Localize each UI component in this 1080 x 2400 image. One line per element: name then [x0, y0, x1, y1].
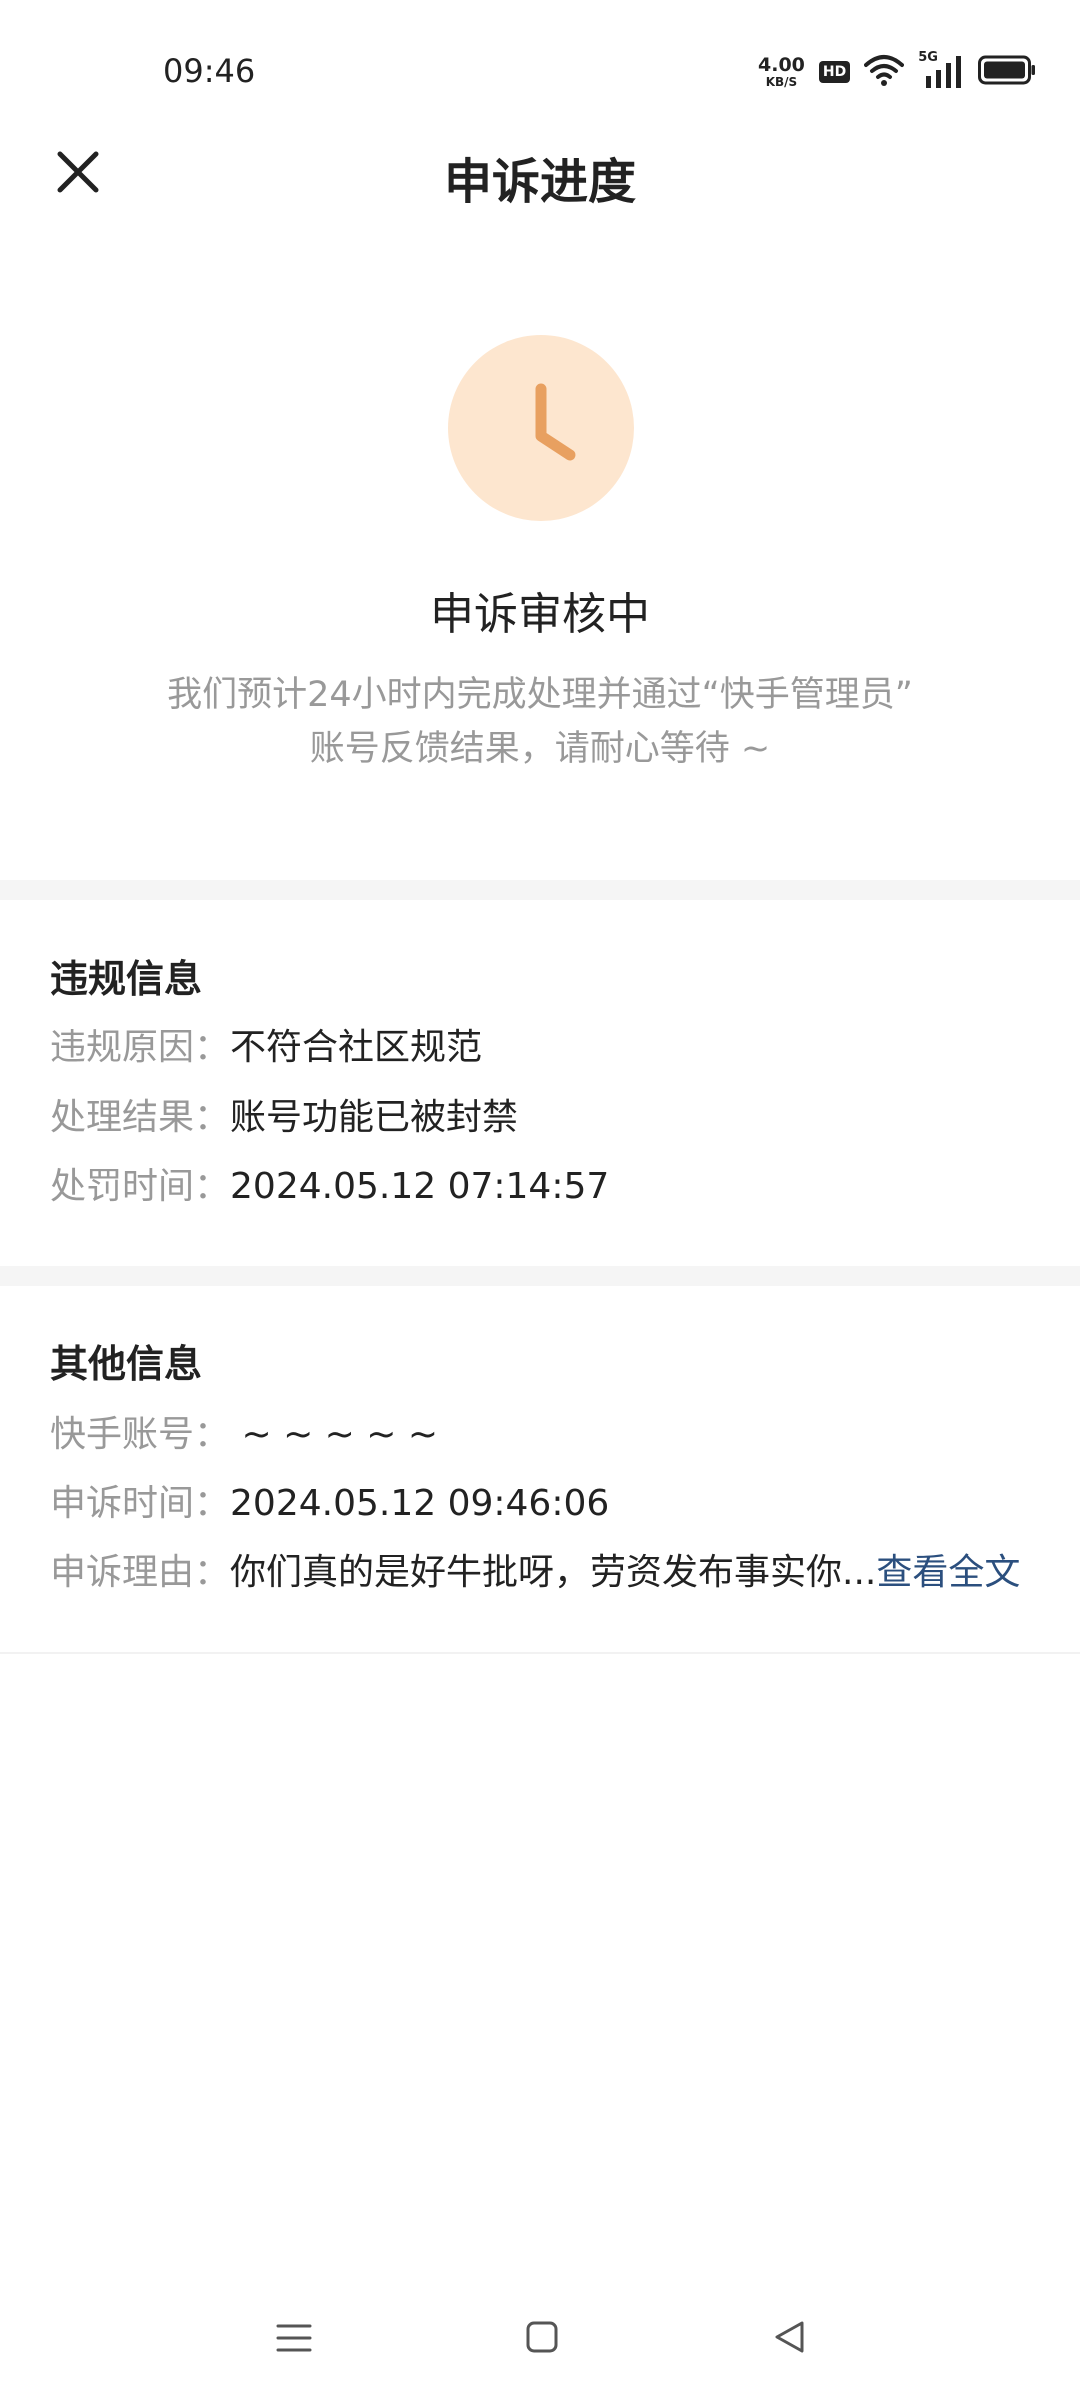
row-value: ~ ~ ~ ~ ~: [230, 1414, 439, 1455]
clock-icon: [535, 383, 576, 461]
status-icons: 4.00 KB/S HD 5G: [758, 50, 1036, 94]
row-label: 快手账号：: [50, 1414, 231, 1455]
status-bar: 09:46 4.00 KB/S HD 5G: [0, 0, 1080, 110]
kuaishou-account-row: 快手账号： ~ ~ ~ ~ ~: [50, 1405, 438, 1457]
review-status-description: 我们预计24小时内完成处理并通过“快手管理员” 账号反馈结果，请耐心等待 ~: [120, 668, 960, 776]
penalty-time-row: 处罚时间：2024.05.12 07:14:57: [50, 1157, 609, 1209]
section-divider: [0, 880, 1080, 900]
row-label: 违规原因：: [50, 1027, 231, 1068]
row-value: 2024.05.12 09:46:06: [230, 1483, 610, 1524]
review-status-title: 申诉审核中: [430, 589, 650, 640]
signal-icon: 5G: [918, 50, 964, 90]
row-label: 申诉理由：: [50, 1552, 231, 1593]
network-speed-unit: KB/S: [765, 75, 798, 89]
hd-badge: HD: [818, 61, 851, 83]
row-value: 2024.05.12 07:14:57: [230, 1166, 610, 1207]
row-label: 处罚时间：: [50, 1166, 231, 1207]
other-section-title: 其他信息: [50, 1342, 203, 1386]
page-title: 申诉进度: [443, 154, 636, 210]
content-bottom-divider: [0, 1652, 1080, 1654]
row-value: 你们真的是好牛批呀，劳资发布事实你...: [230, 1552, 877, 1593]
network-speed-value: 4.00: [758, 54, 805, 76]
row-label: 申诉时间：: [50, 1483, 231, 1524]
violation-section-title: 违规信息: [50, 957, 203, 1001]
row-value: 账号功能已被封禁: [230, 1097, 519, 1138]
network-speed: 4.00 KB/S: [758, 54, 805, 89]
menu-icon[interactable]: [276, 2320, 312, 2356]
status-time: 09:46: [163, 52, 256, 90]
appeal-time-row: 申诉时间：2024.05.12 09:46:06: [50, 1474, 609, 1526]
processing-result-row: 处理结果：账号功能已被封禁: [50, 1088, 518, 1140]
header: 申诉进度: [0, 110, 1080, 230]
review-desc-line-1: 我们预计24小时内完成处理并通过“快手管理员”: [167, 675, 913, 715]
appeal-progress-page: 09:46 4.00 KB/S HD 5G 申诉进度 申诉审核中 我们预计24小…: [0, 0, 1080, 2400]
wifi-icon: [864, 53, 905, 91]
review-desc-line-2: 账号反馈结果，请耐心等待 ~: [309, 729, 771, 769]
clock-icon-badge: [448, 335, 634, 521]
home-icon[interactable]: [525, 2320, 559, 2354]
row-label: 处理结果：: [50, 1097, 231, 1138]
battery-icon: [978, 55, 1036, 89]
row-value: 不符合社区规范: [230, 1027, 483, 1068]
violation-reason-row: 违规原因：不符合社区规范: [50, 1018, 482, 1070]
system-navigation-bar: [0, 2290, 1080, 2400]
section-divider: [0, 1266, 1080, 1286]
back-icon[interactable]: [772, 2319, 808, 2355]
view-full-text-link[interactable]: 查看全文: [876, 1552, 1020, 1593]
appeal-reason-row: 申诉理由：你们真的是好牛批呀，劳资发布事实你...查看全文: [50, 1543, 1020, 1595]
